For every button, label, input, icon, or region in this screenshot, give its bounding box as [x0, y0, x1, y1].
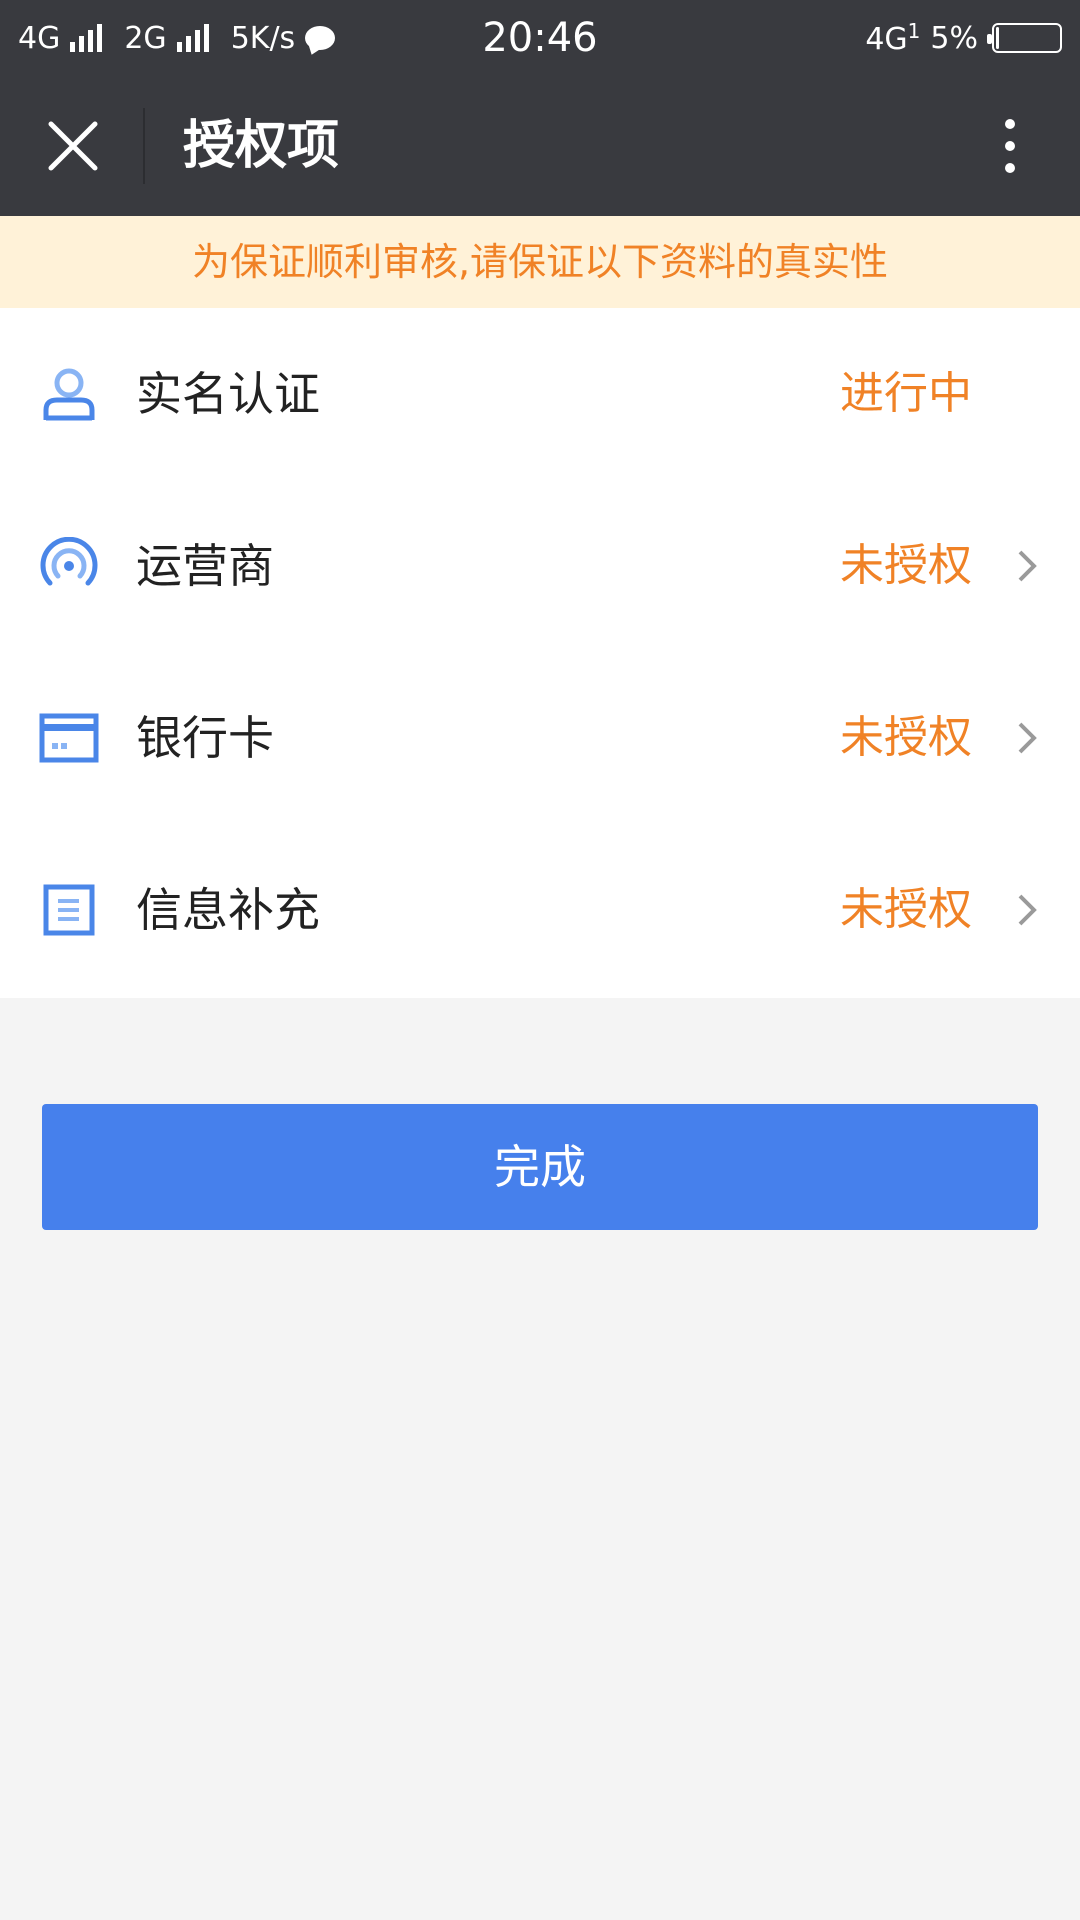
network-type-right: 4G1 — [865, 19, 921, 57]
item-label: 信息补充 — [136, 883, 320, 937]
title-bar: 授权项 — [0, 76, 1080, 216]
close-icon — [48, 121, 98, 171]
user-icon — [38, 363, 100, 425]
signal-icon-2 — [176, 24, 209, 52]
more-dot-icon — [1005, 141, 1015, 151]
signal-icon — [70, 24, 103, 52]
item-status: 未授权 — [840, 884, 972, 935]
status-right: 4G1 5% — [865, 19, 1062, 57]
chevron-right-icon — [1018, 894, 1037, 926]
more-dot-icon — [1005, 163, 1015, 173]
status-left: 4G 2G 5K/s — [18, 20, 336, 56]
chevron-right-icon — [1018, 550, 1037, 582]
list-item-real-name[interactable]: 实名认证 进行中 — [0, 308, 1080, 480]
list-item-carrier[interactable]: 运营商 未授权 — [0, 480, 1080, 652]
network-type-1: 4G — [18, 20, 61, 56]
list-item-info-supplement[interactable]: 信息补充 未授权 — [0, 824, 1080, 996]
more-menu-button[interactable] — [980, 106, 1040, 186]
item-status: 未授权 — [840, 540, 972, 591]
authorization-list: 实名认证 进行中 运营商 未授权 银行卡 未授权 信息补充 未授权 — [0, 308, 1080, 998]
bank-card-icon — [38, 707, 100, 769]
document-icon — [38, 879, 100, 941]
item-label: 运营商 — [136, 539, 274, 593]
battery-icon — [987, 23, 1062, 53]
network-speed: 5K/s — [230, 20, 296, 56]
item-status: 未授权 — [840, 712, 972, 763]
more-dot-icon — [1005, 119, 1015, 129]
page-title: 授权项 — [183, 116, 340, 176]
notice-banner: 为保证顺利审核,请保证以下资料的真实性 — [0, 216, 1080, 308]
close-button[interactable] — [28, 106, 118, 186]
item-label: 银行卡 — [136, 711, 274, 765]
item-label: 实名认证 — [136, 367, 320, 421]
sim-index: 1 — [907, 19, 921, 43]
chat-bubble-icon — [305, 26, 336, 50]
title-divider — [143, 108, 145, 184]
done-button[interactable]: 完成 — [42, 1104, 1038, 1230]
signal-tower-icon — [38, 535, 100, 597]
chevron-right-icon — [1018, 722, 1037, 754]
battery-percent: 5% — [930, 20, 978, 56]
list-item-bank-card[interactable]: 银行卡 未授权 — [0, 652, 1080, 824]
item-status: 进行中 — [840, 368, 972, 419]
status-bar: 4G 2G 5K/s 4G1 5% — [0, 0, 1080, 76]
network-type-2: 2G — [124, 20, 167, 56]
